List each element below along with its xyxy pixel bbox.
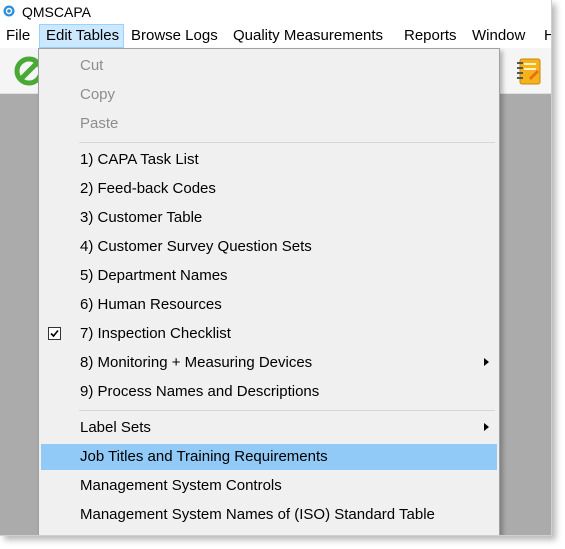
- edit-tables-dropdown: Cut Copy Paste 1) CAPA Task List 2) Feed…: [38, 48, 500, 535]
- checkbox-checked-icon: [48, 327, 61, 340]
- menu-item-label: 6) Human Resources: [80, 296, 222, 313]
- menu-edit-tables[interactable]: Edit Tables: [39, 24, 124, 48]
- notebook-icon[interactable]: [515, 56, 543, 86]
- menu-item-label: 8) Monitoring + Measuring Devices: [80, 354, 313, 371]
- menu-item-cut: Cut: [41, 53, 497, 79]
- menu-separator: [79, 142, 495, 143]
- menu-item-label: Management System Names of (ISO) Standar…: [80, 506, 435, 523]
- menu-item-label: Job Titles and Training Requirements: [80, 448, 328, 465]
- menu-item-label: Paste: [80, 115, 119, 132]
- submenu-arrow-icon: [484, 423, 489, 431]
- menu-item-label-sets[interactable]: Label Sets: [41, 415, 497, 441]
- menu-item-monitoring-measuring-devices[interactable]: 8) Monitoring + Measuring Devices: [41, 350, 497, 376]
- menu-item-label: 7) Inspection Checklist: [80, 325, 231, 342]
- menu-item-label: 9) Process Names and Descriptions: [80, 383, 320, 400]
- menu-item-label: Label Sets: [80, 419, 151, 436]
- title-bar: QMSCAPA: [0, 0, 551, 24]
- menu-quality-measurements[interactable]: Quality Measurements: [227, 24, 389, 48]
- menu-item-job-titles-training[interactable]: Job Titles and Training Requirements: [41, 444, 497, 470]
- menu-item-label: 5) Department Names: [80, 267, 228, 284]
- menu-help[interactable]: H: [538, 24, 551, 48]
- menu-item-label: 4) Customer Survey Question Sets: [80, 238, 312, 255]
- menu-item-management-system-names-iso[interactable]: Management System Names of (ISO) Standar…: [41, 502, 497, 528]
- menu-item-human-resources[interactable]: 6) Human Resources: [41, 292, 497, 318]
- menu-item-label: Copy: [80, 86, 116, 103]
- menu-item-paste: Paste: [41, 111, 497, 137]
- menu-item-customer-table[interactable]: 3) Customer Table: [41, 205, 497, 231]
- menu-item-label: 1) CAPA Task List: [80, 151, 199, 168]
- menu-item-customer-survey-question-sets[interactable]: 4) Customer Survey Question Sets: [41, 234, 497, 260]
- menu-bar: File Edit Tables Browse Logs Quality Mea…: [0, 24, 551, 48]
- menu-file[interactable]: File: [0, 24, 36, 48]
- submenu-arrow-icon: [484, 358, 489, 366]
- menu-item-label: Management System Controls: [80, 477, 282, 494]
- app-icon: [3, 5, 15, 17]
- menu-item-feedback-codes[interactable]: 2) Feed-back Codes: [41, 176, 497, 202]
- menu-browse-logs[interactable]: Browse Logs: [125, 24, 224, 48]
- menu-window[interactable]: Window: [466, 24, 531, 48]
- menu-reports[interactable]: Reports: [398, 24, 463, 48]
- window-title: QMSCAPA: [22, 4, 91, 20]
- menu-item-label: Cut: [80, 57, 104, 74]
- menu-separator: [79, 410, 495, 411]
- app-window: QMSCAPA File Edit Tables Browse Logs Qua…: [0, 0, 552, 536]
- menu-item-inspection-checklist[interactable]: 7) Inspection Checklist: [41, 321, 497, 347]
- menu-item-process-names-descriptions[interactable]: 9) Process Names and Descriptions: [41, 379, 497, 405]
- menu-item-management-system-controls[interactable]: Management System Controls: [41, 473, 497, 499]
- menu-item-label: 3) Customer Table: [80, 209, 203, 226]
- menu-item-copy: Copy: [41, 82, 497, 108]
- menu-item-label: 2) Feed-back Codes: [80, 180, 216, 197]
- menu-item-department-names[interactable]: 5) Department Names: [41, 263, 497, 289]
- menu-item-capa-task-list[interactable]: 1) CAPA Task List: [41, 147, 497, 173]
